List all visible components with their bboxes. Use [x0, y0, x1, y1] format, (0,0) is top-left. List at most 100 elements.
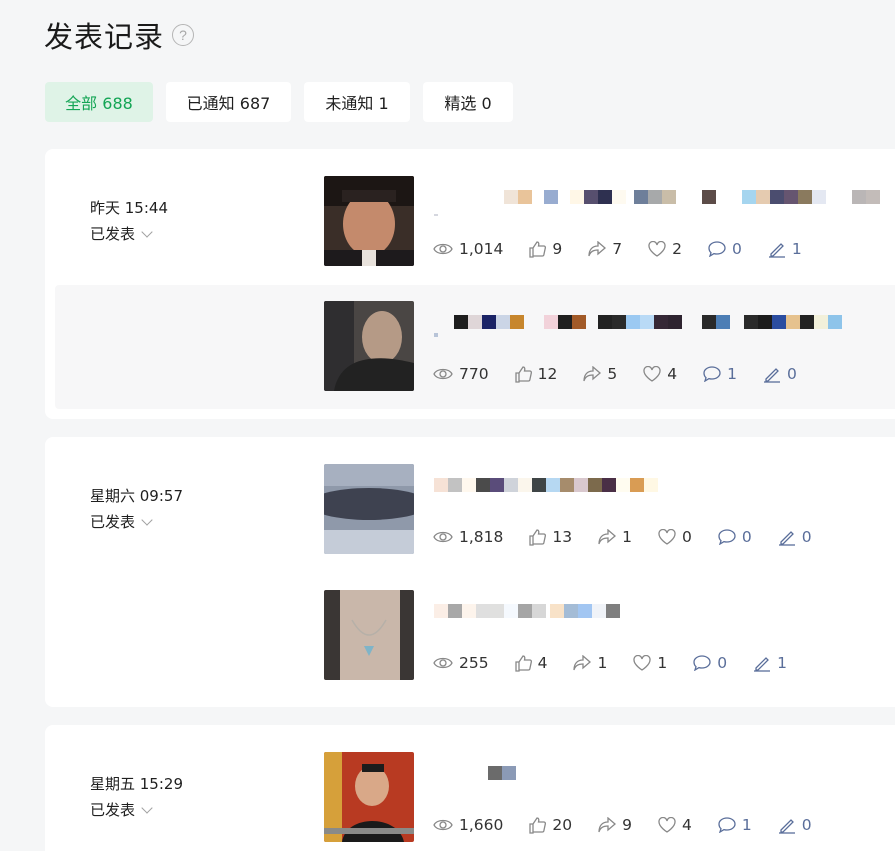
comment-icon [693, 655, 711, 671]
favs-count: 2 [672, 240, 682, 258]
views-count: 770 [459, 365, 489, 383]
favs-stat: 2 [648, 240, 682, 258]
views-count: 1,818 [459, 528, 504, 546]
pen-icon [754, 656, 771, 672]
likes-count: 13 [552, 528, 573, 546]
favs-stat: 4 [643, 365, 677, 383]
comment-icon [718, 529, 736, 545]
favs-count: 4 [667, 365, 678, 383]
comments-count: 0 [717, 654, 728, 672]
comments-stat[interactable]: 1 [718, 816, 752, 834]
post-group: 星期六 09:57 已发表 1,818 13 1 0 0 0 255 4 1 1… [45, 437, 895, 707]
page-title: 发表记录 ? [44, 14, 195, 56]
article-title-pixelated[interactable] [434, 190, 880, 218]
article-thumbnail[interactable] [324, 752, 414, 842]
tab-featured[interactable]: 精选 0 [423, 82, 513, 122]
edits-stat[interactable]: 0 [778, 816, 812, 834]
favs-count: 4 [681, 816, 692, 834]
edits-count: 0 [801, 816, 812, 834]
comments-stat[interactable]: 0 [708, 240, 742, 258]
edits-stat[interactable]: 0 [763, 365, 797, 383]
views-stat: 1,660 [433, 816, 503, 834]
heart-icon [658, 817, 676, 833]
comments-count: 0 [732, 240, 742, 258]
article-thumbnail[interactable] [324, 464, 414, 554]
thumbs-up-icon [529, 528, 547, 546]
tab-all[interactable]: 全部 688 [45, 82, 153, 122]
shares-count: 1 [597, 654, 608, 672]
article-item[interactable]: 1,818 13 1 0 0 0 [45, 448, 895, 572]
views-stat: 1,014 [433, 240, 503, 258]
edits-count: 1 [777, 654, 787, 672]
shares-count: 1 [622, 528, 632, 546]
article-thumbnail[interactable] [324, 301, 414, 391]
shares-count: 7 [612, 240, 623, 258]
edits-count: 0 [786, 365, 797, 383]
edits-stat[interactable]: 0 [778, 528, 812, 546]
likes-count: 4 [537, 654, 548, 672]
pen-icon [778, 530, 795, 546]
eye-icon [433, 819, 453, 831]
pen-icon [763, 367, 780, 383]
article-stats: 255 4 1 1 0 1 [433, 654, 813, 672]
article-item[interactable]: 255 4 1 1 0 1 [45, 574, 895, 698]
edits-count: 0 [801, 528, 812, 546]
comments-stat[interactable]: 0 [693, 654, 727, 672]
heart-icon [633, 655, 651, 671]
likes-stat: 13 [529, 528, 572, 546]
article-thumbnail[interactable] [324, 590, 414, 680]
article-title-pixelated[interactable] [434, 478, 658, 506]
article-item[interactable]: 770 12 5 4 1 0 [55, 285, 895, 409]
comments-stat[interactable]: 0 [718, 528, 752, 546]
likes-stat: 12 [514, 365, 557, 383]
favs-count: 1 [657, 654, 668, 672]
likes-stat: 20 [529, 816, 572, 834]
article-stats: 1,818 13 1 0 0 0 [433, 528, 838, 546]
tab-not-notified[interactable]: 未通知 1 [304, 82, 410, 122]
favs-stat: 0 [658, 528, 692, 546]
heart-icon [643, 366, 661, 382]
shares-count: 9 [622, 816, 632, 834]
page-title-text: 发表记录 [44, 20, 165, 54]
eye-icon [433, 531, 453, 543]
article-title-pixelated[interactable] [434, 766, 516, 794]
eye-icon [433, 657, 453, 669]
views-count: 255 [459, 654, 489, 672]
shares-stat: 7 [588, 240, 622, 258]
comments-count: 1 [727, 365, 737, 383]
article-item[interactable]: 1,014 9 7 2 0 1 [45, 160, 895, 284]
comment-icon [718, 817, 736, 833]
likes-count: 20 [552, 816, 573, 834]
eye-icon [433, 243, 453, 255]
article-title-pixelated[interactable] [434, 604, 620, 632]
thumbs-up-icon [514, 365, 532, 383]
article-item[interactable]: 1,660 20 9 4 1 0 [45, 736, 895, 851]
edits-stat[interactable]: 1 [753, 654, 787, 672]
heart-icon [658, 529, 676, 545]
article-stats: 1,660 20 9 4 1 0 [433, 816, 838, 834]
likes-count: 9 [552, 240, 563, 258]
shares-stat: 9 [598, 816, 632, 834]
eye-icon [433, 368, 453, 380]
share-icon [588, 241, 607, 257]
share-icon [598, 817, 617, 833]
article-stats: 770 12 5 4 1 0 [433, 365, 823, 383]
views-count: 1,660 [459, 816, 504, 834]
pen-icon [768, 242, 785, 258]
shares-count: 5 [607, 365, 618, 383]
article-title-pixelated[interactable] [434, 315, 842, 343]
help-icon[interactable]: ? [172, 24, 195, 46]
article-thumbnail[interactable] [324, 176, 414, 266]
views-stat: 255 [433, 654, 489, 672]
post-group: 星期五 15:29 已发表 1,660 20 9 4 1 0 [45, 725, 895, 851]
tab-notified[interactable]: 已通知 687 [166, 82, 291, 122]
thumbs-up-icon [514, 654, 532, 672]
comments-count: 1 [741, 816, 752, 834]
comments-stat[interactable]: 1 [703, 365, 737, 383]
post-group: 昨天 15:44 已发表 1,014 9 7 2 0 1 770 12 5 4 … [45, 149, 895, 419]
heart-icon [648, 241, 666, 257]
likes-stat: 9 [529, 240, 562, 258]
thumbs-up-icon [529, 240, 547, 258]
edits-stat[interactable]: 1 [768, 240, 802, 258]
share-icon [598, 529, 617, 545]
